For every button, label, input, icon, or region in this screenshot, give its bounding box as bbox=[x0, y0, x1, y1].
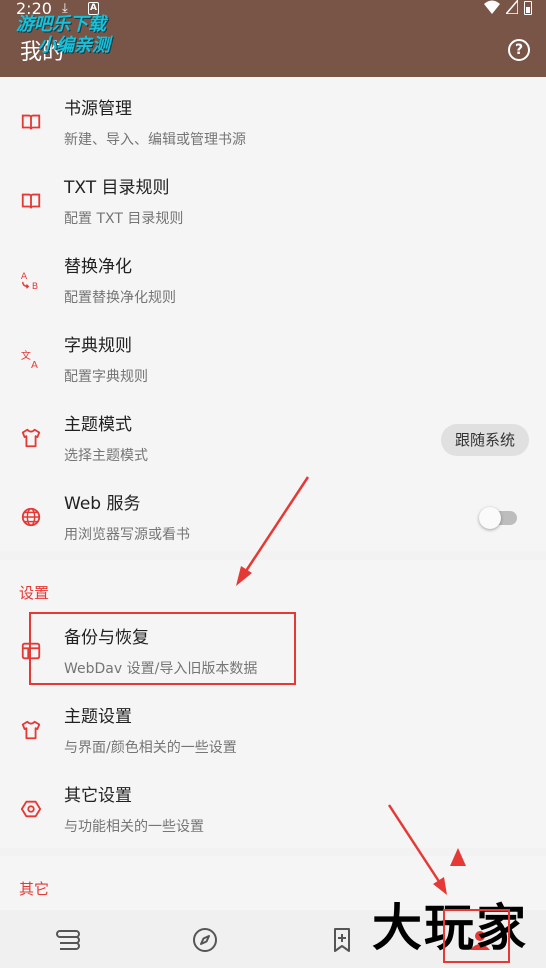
annotation-box-my-tab bbox=[443, 909, 510, 963]
annotation-triangle bbox=[450, 848, 466, 866]
annotation-overlay bbox=[236, 476, 510, 963]
annotation-arrow-2 bbox=[387, 804, 447, 895]
annotation-arrow-1 bbox=[236, 476, 310, 586]
